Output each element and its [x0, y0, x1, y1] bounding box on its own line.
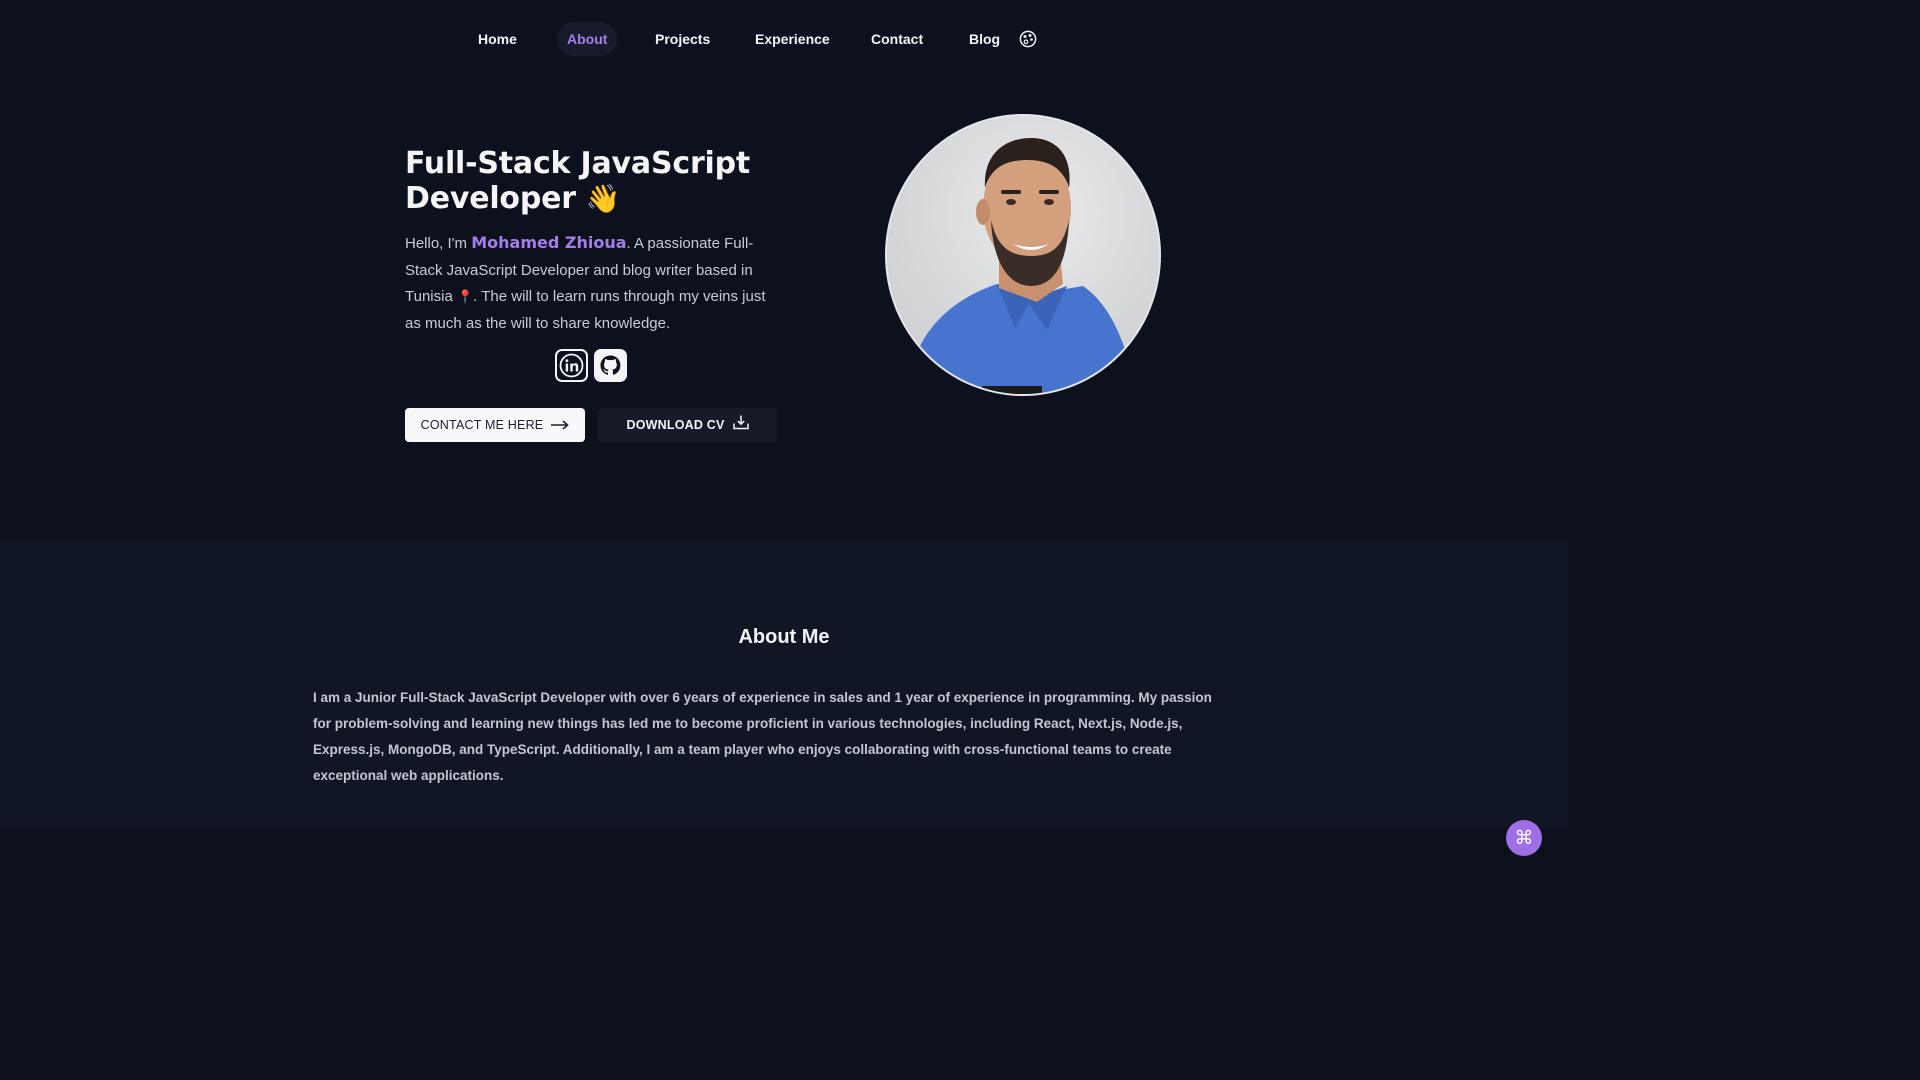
github-icon[interactable]	[594, 349, 627, 382]
profile-photo	[885, 114, 1161, 396]
nav-about[interactable]: About	[557, 22, 618, 56]
arrow-right-icon	[551, 409, 570, 443]
nav-experience[interactable]: Experience	[755, 22, 830, 56]
nav-projects[interactable]: Projects	[655, 22, 710, 56]
command-palette-button[interactable]: ⌘	[1506, 820, 1542, 856]
author-name: Mohamed Zhioua	[471, 233, 627, 252]
hero-intro: Hello, I'm Mohamed Zhioua. A passionate …	[405, 233, 766, 333]
top-nav: Home About Projects Experience Contact B…	[0, 22, 1568, 56]
download-cv-button[interactable]: DOWNLOAD CV	[598, 408, 777, 442]
about-section: About Me I am a Junior Full-Stack JavaSc…	[0, 540, 1568, 828]
wave-emoji: 👋	[585, 182, 621, 215]
command-icon: ⌘	[1514, 827, 1534, 849]
hero-title: Full-Stack JavaScript Developer 👋	[405, 146, 751, 216]
contact-me-button[interactable]: CONTACT ME HERE	[405, 408, 585, 442]
about-text: I am a Junior Full-Stack JavaScript Deve…	[313, 690, 1212, 783]
nav-home[interactable]: Home	[478, 22, 517, 56]
nav-contact[interactable]: Contact	[871, 22, 923, 56]
palette-icon[interactable]	[1019, 30, 1037, 48]
location-pin-icon: 📍	[456, 289, 474, 305]
nav-blog[interactable]: Blog	[969, 22, 1000, 56]
about-title: About Me	[738, 626, 830, 648]
linkedin-icon[interactable]	[555, 349, 588, 382]
download-icon	[732, 409, 749, 443]
